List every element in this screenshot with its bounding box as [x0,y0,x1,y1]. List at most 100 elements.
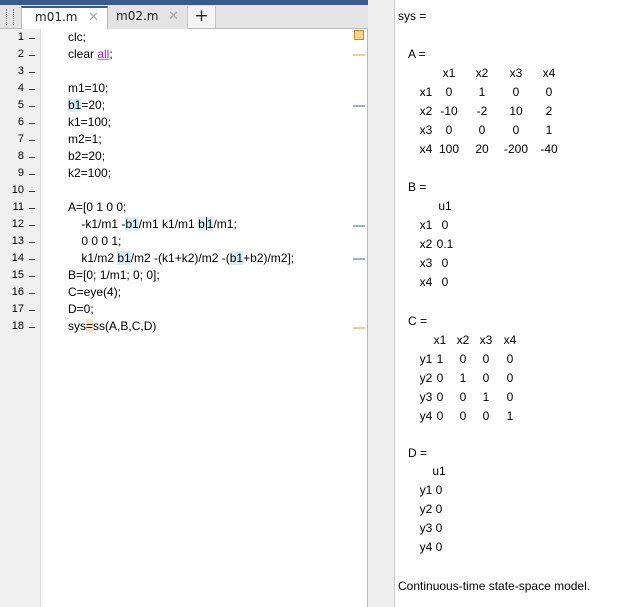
code-line-14[interactable]: k1/m2 b1/m2 -(k1+k2)/m2 -(b1+b2)/m2]; [68,250,294,267]
breakpoint-slot[interactable] [29,38,35,39]
matrix-cell: 0 [506,371,514,385]
breakpoint-slot[interactable] [29,276,35,277]
matrix-a-label: A = [408,47,426,61]
variable-marker[interactable] [353,258,365,260]
variable-highlight: b1 [229,251,244,265]
matrix-cell: 0 [435,483,443,497]
line-number: 3 [17,65,24,77]
editor-tab-bar: m01.m ✕ m02.m ✕ + [0,5,368,29]
code-line-18[interactable]: sys=ss(A,B,C,D) [68,318,156,335]
message-bar[interactable] [350,29,367,607]
matrix-cell: -200 [503,142,529,156]
breakpoint-slot[interactable] [29,191,35,192]
line-number: 4 [17,82,24,94]
variable-highlight: b1 [117,251,131,265]
code-line-8[interactable]: b2=20; [68,148,105,165]
breakpoint-slot[interactable] [29,327,35,328]
output-sys-header: sys = [398,9,427,23]
warning-indicator-icon[interactable] [354,30,364,40]
matrix-cell: 10 [509,104,523,118]
variable-marker[interactable] [353,225,365,227]
breakpoint-slot[interactable] [29,106,35,107]
tab-label: m01.m [35,10,78,24]
line-number: 1 [17,31,24,43]
breakpoint-slot[interactable] [29,157,35,158]
matrix-cell: 2 [545,104,553,118]
code-text: =20; [81,98,106,112]
code-line-16[interactable]: C=eye(4); [68,284,121,301]
close-icon[interactable]: ✕ [88,8,99,27]
line-number: 8 [17,150,24,162]
line-number: 15 [11,269,24,281]
matrix-d-label: D = [408,446,428,460]
breakpoint-slot[interactable] [29,259,35,260]
matrix-cell: 0 [478,123,486,137]
matrix-cell: 0 [441,275,449,289]
code-text: /m1 k1/m1 [138,217,199,231]
matrix-cell: 1 [545,123,553,137]
matrix-c-label: C = [408,314,428,328]
code-text: /m2 -(k1+k2)/m2 -( [130,251,230,265]
code-line-1[interactable]: clc; [68,29,86,46]
code-line-12[interactable]: -k1/m1 -b1/m1 k1/m1 b 1/m1; [68,216,237,233]
code-line-6[interactable]: k1=100; [68,114,111,131]
breakpoint-slot[interactable] [29,225,35,226]
code-line-13[interactable]: 0 0 0 1; [68,233,121,250]
variable-marker[interactable] [353,105,365,107]
code-line-2[interactable]: clear all; [68,46,113,63]
line-number: 7 [17,133,24,145]
matrix-cell: 0 [435,502,443,516]
matrix-cell: 0 [545,85,553,99]
line-number: 16 [11,286,24,298]
line-number: 12 [11,218,24,230]
close-icon[interactable]: ✕ [168,6,179,27]
command-window[interactable]: sys = A = x1 x2 x3 x4 x1 0 1 0 0 x2 -10 -2 10 2 x3 0 0 0 1… [396,0,628,607]
matrix-cell: 0 [435,540,443,554]
code-line-15[interactable]: B=[0; 1/m1; 0; 0]; [68,267,160,284]
variable-highlight: b1 [68,98,82,112]
matrix-cell: 0 [445,123,453,137]
breakpoint-slot[interactable] [29,89,35,90]
matrix-b-label: B = [408,180,427,194]
panel-divider[interactable] [368,0,395,607]
matrix-cell: -10 [440,104,458,118]
drag-grip-icon[interactable] [6,9,14,25]
warning-marker[interactable] [353,54,365,56]
code-text: k1/m2 [68,251,118,265]
code-text: -k1/m1 - [68,217,126,231]
code-line-9[interactable]: k2=100; [68,165,111,182]
code-line-17[interactable]: D=0; [68,301,94,318]
column-header: u1 [438,199,452,213]
line-number: 13 [11,235,24,247]
breakpoint-slot[interactable] [29,72,35,73]
code-line-4[interactable]: m1=10; [68,80,108,97]
code-text: /m1; [213,217,237,231]
tab-m01[interactable]: m01.m ✕ [21,6,108,29]
breakpoint-slot[interactable] [29,123,35,124]
add-tab-button[interactable]: + [188,6,216,28]
code-line-11[interactable]: A=[0 1 0 0; [68,199,126,216]
model-type-text: Continuous-time state-space model. [398,579,591,593]
code-line-7[interactable]: m2=1; [68,131,102,148]
tab-m02[interactable]: m02.m ✕ [108,6,188,29]
code-line-5[interactable]: b1=20; [68,97,105,114]
code-text: clear [68,47,98,61]
matrix-cell: 0 [445,85,453,99]
breakpoint-slot[interactable] [29,242,35,243]
breakpoint-slot[interactable] [29,310,35,311]
code-text: ss(A,B,C,D) [93,319,157,333]
breakpoint-slot[interactable] [29,174,35,175]
matrix-cell: 0 [512,123,520,137]
line-number: 11 [12,201,24,213]
matrix-cell: 0 [512,85,520,99]
line-number: 18 [11,320,24,332]
warning-marker[interactable] [353,327,365,329]
breakpoint-slot[interactable] [29,55,35,56]
matrix-cell: 0 [441,218,449,232]
warning-highlight: = [86,319,94,333]
code-text: +b2)/m2]; [243,251,295,265]
matrix-cell: 0 [441,256,449,270]
breakpoint-slot[interactable] [29,140,35,141]
breakpoint-slot[interactable] [29,208,35,209]
breakpoint-slot[interactable] [29,293,35,294]
